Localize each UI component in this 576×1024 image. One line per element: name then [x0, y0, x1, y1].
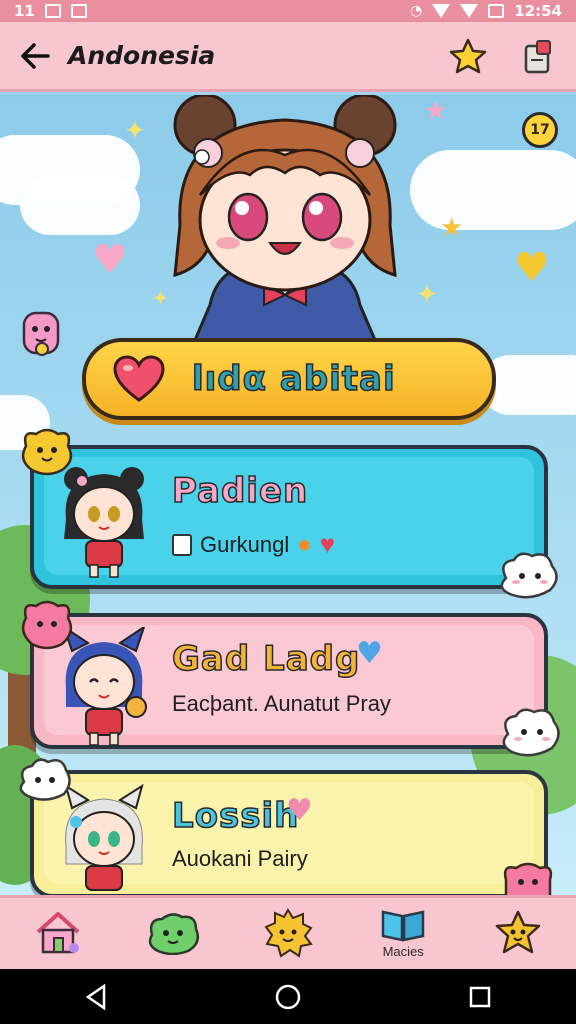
character-card[interactable]: Gad Ladg ♥ Eacþant. Aunatut Pray	[30, 613, 548, 749]
white-cloud-creature-icon	[19, 758, 71, 801]
card-subtitle: Auokani Pairy	[172, 846, 308, 871]
nav-sun[interactable]	[243, 900, 333, 968]
recents-square-icon[interactable]	[460, 977, 500, 1017]
status-bar: 11 ◔ 12:54	[0, 0, 576, 22]
back-triangle-icon[interactable]	[76, 977, 116, 1017]
pink-blob-icon	[503, 862, 553, 900]
page-title: Andonesia	[68, 41, 216, 70]
nav-macies[interactable]: Macies	[358, 900, 448, 968]
status-left-text: 11	[14, 2, 35, 20]
cloud	[20, 175, 140, 235]
alarm-icon: ◔	[410, 3, 423, 19]
nav-star[interactable]	[473, 900, 563, 968]
notification-icon-2	[70, 4, 87, 18]
white-cloud-creature-icon	[502, 708, 560, 757]
cloud	[410, 150, 576, 230]
heart-icon: ♥	[356, 636, 383, 671]
banner-title: lıdα abitai	[191, 358, 396, 400]
carrot-icon: ●	[297, 530, 312, 558]
nav-label: Macies	[382, 944, 424, 959]
battery-icon	[488, 4, 505, 18]
star-icon[interactable]	[448, 36, 488, 76]
wifi-icon	[432, 4, 451, 18]
card-subtitle: Gurkungl	[200, 531, 290, 557]
arrow-left-icon[interactable]	[18, 39, 52, 73]
mascot-character	[173, 95, 397, 340]
home-circle-icon[interactable]	[268, 977, 308, 1017]
bottom-navigation: Macies	[0, 895, 576, 969]
card-title: Gad Ladg	[171, 638, 361, 680]
sun-face-icon	[264, 907, 313, 958]
heart-icon	[113, 355, 165, 402]
nav-home[interactable]	[13, 900, 103, 968]
cup-icon	[172, 533, 192, 556]
star-face-icon	[496, 910, 541, 953]
heart-icon: ♥	[319, 529, 336, 559]
nav-friends[interactable]	[128, 900, 218, 968]
sparkle-icon: ✦	[416, 280, 438, 310]
title-banner[interactable]: lıdα abitai	[82, 338, 496, 420]
pink-blob-icon	[21, 600, 73, 650]
help-badge[interactable]: 17	[522, 112, 558, 148]
heart-icon: ♥	[286, 793, 313, 828]
sparkle-icon: ★	[440, 213, 464, 243]
character-card[interactable]: Padien Gurkungl ● ♥	[30, 445, 548, 589]
character-card[interactable]: Lossih ♥ Auokani Pairy	[30, 770, 548, 898]
notification-icon	[44, 4, 61, 18]
heart-icon: ♥	[92, 237, 128, 283]
book-icon	[381, 910, 425, 942]
sparkle-icon: ✦	[124, 116, 146, 146]
card-title: Padien	[171, 470, 309, 512]
share-icon[interactable]	[518, 36, 558, 76]
app-bar: Andonesia	[0, 22, 576, 92]
heart-icon: ♥	[514, 245, 550, 291]
status-time: 12:54	[514, 2, 562, 20]
sparkle-icon: ★	[424, 96, 448, 126]
card-title: Lossih	[171, 795, 300, 837]
system-navigation-bar	[0, 969, 576, 1024]
green-blob-icon	[148, 912, 199, 955]
card-subtitle: Eacþant. Aunatut Pray	[172, 691, 391, 716]
white-cloud-creature-icon	[500, 552, 558, 599]
pink-creature-icon	[22, 311, 60, 356]
house-icon	[36, 911, 79, 953]
signal-icon	[460, 4, 479, 18]
yellow-blob-icon	[21, 428, 73, 476]
